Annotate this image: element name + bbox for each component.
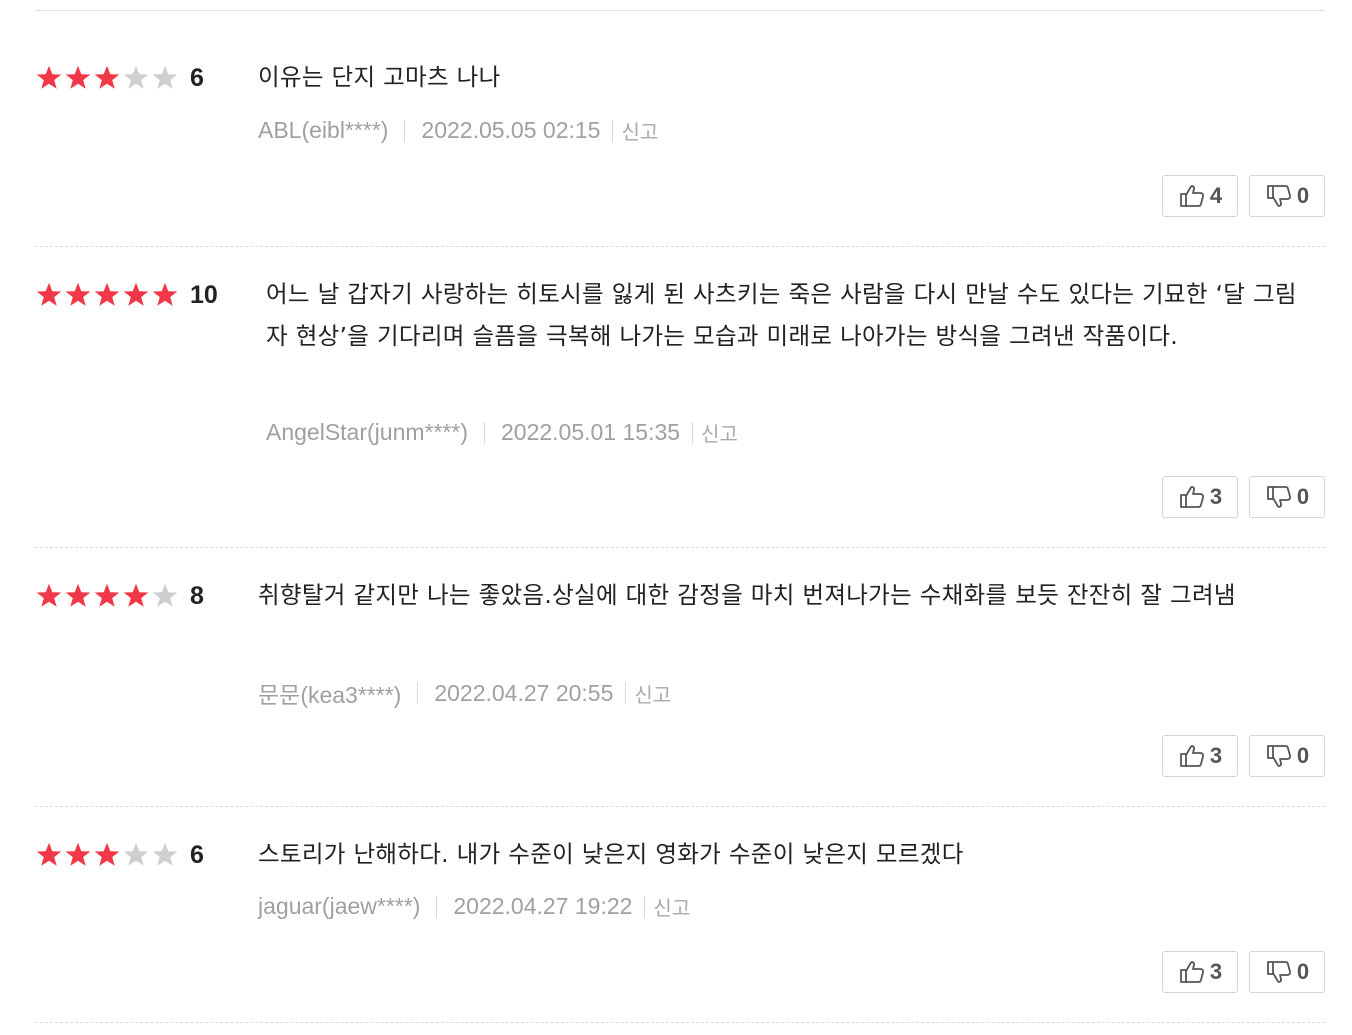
- star-icon: [93, 841, 122, 869]
- star-icon: [122, 841, 151, 869]
- review-author[interactable]: AngelStar(junm****): [266, 419, 468, 446]
- review-meta: AngelStar(junm****) 2022.05.01 15:35 신고: [266, 418, 738, 447]
- star-icon: [151, 582, 180, 610]
- star-icon: [151, 64, 180, 92]
- like-button[interactable]: 3: [1162, 735, 1238, 777]
- thumbs-up-icon: [1178, 182, 1206, 210]
- star-icon: [64, 582, 93, 610]
- like-count: 4: [1209, 183, 1223, 208]
- thumbs-down-icon: [1265, 182, 1293, 210]
- rating: 6: [35, 837, 204, 873]
- rating: 8: [35, 578, 204, 614]
- rating: 10: [35, 277, 218, 313]
- review-divider: [35, 547, 1325, 548]
- review-date: 2022.05.01 15:35: [500, 419, 681, 445]
- star-icon: [93, 281, 122, 309]
- star-rating: [35, 64, 180, 92]
- thumbs-up-icon: [1178, 742, 1206, 770]
- report-link[interactable]: 신고: [653, 892, 690, 921]
- star-icon: [64, 841, 93, 869]
- review-author[interactable]: 문문(kea3****): [258, 676, 401, 710]
- star-rating: [35, 582, 180, 610]
- star-icon: [151, 841, 180, 869]
- star-icon: [122, 281, 151, 309]
- thumbs-up-icon: [1178, 483, 1206, 511]
- dislike-button[interactable]: 0: [1249, 951, 1325, 993]
- dislike-count: 0: [1296, 183, 1310, 208]
- dislike-button[interactable]: 0: [1249, 476, 1325, 518]
- star-icon: [151, 281, 180, 309]
- vote-buttons: 3 0: [1162, 476, 1325, 518]
- review-comment: 스토리가 난해하다. 내가 수준이 낮은지 영화가 수준이 낮은지 모르겠다: [258, 840, 964, 868]
- star-icon: [64, 281, 93, 309]
- divider: [644, 895, 646, 918]
- report-link[interactable]: 신고: [621, 116, 658, 145]
- rating: 6: [35, 60, 204, 96]
- dislike-button[interactable]: 0: [1249, 175, 1325, 217]
- review-score: 6: [190, 63, 204, 92]
- review-divider: [35, 1022, 1325, 1023]
- divider: [483, 421, 485, 444]
- thumbs-up-icon: [1178, 958, 1206, 986]
- review-divider: [35, 806, 1325, 807]
- thumbs-down-icon: [1265, 742, 1293, 770]
- thumbs-down-icon: [1265, 958, 1293, 986]
- star-rating: [35, 281, 180, 309]
- review-score: 6: [190, 840, 204, 869]
- review-score: 8: [190, 581, 204, 610]
- review-comment: 취향탈거 같지만 나는 좋았음.상실에 대한 감정을 마치 번져나가는 수채화를…: [258, 581, 1236, 609]
- divider: [692, 421, 694, 444]
- dislike-count: 0: [1296, 743, 1310, 768]
- review-author[interactable]: jaguar(jaew****): [258, 893, 420, 920]
- divider: [625, 682, 627, 704]
- star-icon: [122, 582, 151, 610]
- review-meta: jaguar(jaew****) 2022.04.27 19:22 신고: [258, 892, 690, 921]
- dislike-button[interactable]: 0: [1249, 735, 1325, 777]
- review-date: 2022.04.27 19:22: [453, 893, 633, 919]
- review-meta: 문문(kea3****) 2022.04.27 20:55 신고: [258, 676, 671, 710]
- review-author[interactable]: ABL(eibl****): [258, 117, 388, 144]
- divider: [436, 895, 438, 918]
- divider: [404, 119, 406, 142]
- star-icon: [122, 64, 151, 92]
- vote-buttons: 4 0: [1162, 175, 1325, 217]
- review-date: 2022.05.05 02:15: [421, 117, 601, 143]
- like-button[interactable]: 4: [1162, 175, 1238, 217]
- like-count: 3: [1209, 959, 1223, 984]
- like-button[interactable]: 3: [1162, 951, 1238, 993]
- review-score: 10: [190, 280, 218, 309]
- review-date: 2022.04.27 20:55: [434, 679, 614, 706]
- star-icon: [93, 582, 122, 610]
- vote-buttons: 3 0: [1162, 951, 1325, 993]
- star-rating: [35, 841, 180, 869]
- divider: [417, 682, 419, 704]
- review-meta: ABL(eibl****) 2022.05.05 02:15 신고: [258, 116, 658, 145]
- dislike-count: 0: [1296, 959, 1310, 984]
- top-divider: [35, 10, 1325, 11]
- review-divider: [35, 246, 1325, 247]
- dislike-count: 0: [1296, 484, 1310, 509]
- vote-buttons: 3 0: [1162, 735, 1325, 777]
- star-icon: [35, 841, 64, 869]
- star-icon: [64, 64, 93, 92]
- review-comment: 어느 날 갑자기 사랑하는 히토시를 잃게 된 사츠키는 죽은 사람을 다시 만…: [266, 280, 1297, 350]
- report-link[interactable]: 신고: [701, 418, 738, 447]
- review-comment: 이유는 단지 고마츠 나나: [258, 63, 501, 91]
- thumbs-down-icon: [1265, 483, 1293, 511]
- like-count: 3: [1209, 484, 1223, 509]
- like-count: 3: [1209, 743, 1223, 768]
- star-icon: [35, 64, 64, 92]
- star-icon: [35, 281, 64, 309]
- star-icon: [93, 64, 122, 92]
- divider: [612, 119, 614, 142]
- star-icon: [35, 582, 64, 610]
- report-link[interactable]: 신고: [634, 679, 671, 708]
- like-button[interactable]: 3: [1162, 476, 1238, 518]
